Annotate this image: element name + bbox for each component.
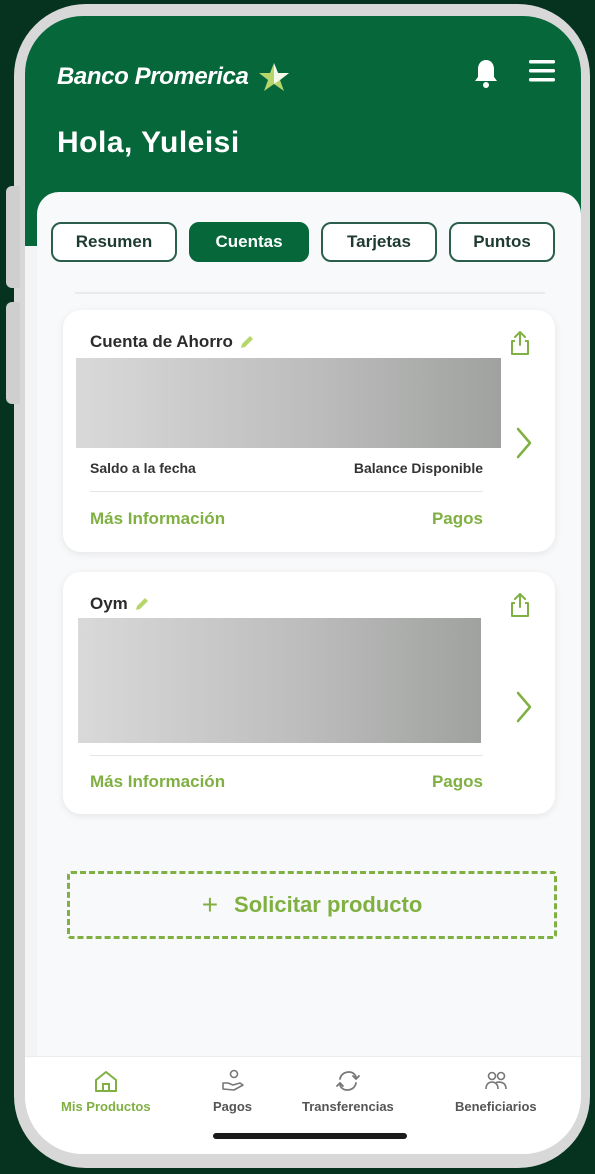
star-logo-icon: [259, 63, 290, 91]
nav-beneficiarios[interactable]: Beneficiarios: [455, 1069, 537, 1114]
more-info-link[interactable]: Más Información: [90, 772, 225, 792]
card-divider: [90, 491, 483, 492]
transfer-arrows-icon: [335, 1071, 360, 1091]
account-card[interactable]: Cuenta de Ahorro Saldo a la fecha Balanc…: [63, 310, 555, 552]
bottom-navigation: Mis Productos Pagos Transferencias Benef…: [25, 1056, 581, 1154]
brand-logo: Banco Promerica: [57, 62, 290, 92]
pagos-link[interactable]: Pagos: [432, 772, 483, 792]
users-icon: [485, 1071, 507, 1090]
hamburger-menu-icon[interactable]: [527, 56, 557, 86]
bell-icon[interactable]: [473, 58, 499, 88]
solicitar-producto-button[interactable]: + Solicitar producto: [67, 871, 557, 939]
nav-mis-productos[interactable]: Mis Productos: [61, 1069, 151, 1114]
redacted-balance-area: [78, 618, 481, 743]
payment-hand-icon: [221, 1069, 244, 1091]
nav-label: Beneficiarios: [455, 1099, 537, 1114]
account-title: Cuenta de Ahorro: [90, 332, 255, 352]
pagos-link[interactable]: Pagos: [432, 509, 483, 529]
home-icon: [94, 1071, 117, 1092]
nav-label: Transferencias: [302, 1099, 394, 1114]
home-indicator: [213, 1133, 407, 1139]
nav-label: Pagos: [213, 1099, 253, 1114]
pencil-edit-icon[interactable]: [239, 334, 255, 350]
saldo-label: Saldo a la fecha: [90, 460, 196, 476]
share-icon[interactable]: [509, 592, 531, 618]
share-icon[interactable]: [509, 330, 531, 356]
phone-side-button: [6, 186, 20, 288]
more-info-link[interactable]: Más Información: [90, 509, 225, 529]
account-name: Oym: [90, 594, 128, 613]
app-screen: Banco Promerica Hola, Yuleisi Resumen Cu…: [25, 16, 581, 1154]
tab-cuentas[interactable]: Cuentas: [189, 222, 309, 262]
greeting-text: Hola, Yuleisi: [57, 126, 240, 159]
nav-label: Mis Productos: [61, 1099, 151, 1114]
account-card[interactable]: Oym Más Información Pagos: [63, 572, 555, 814]
tab-tarjetas[interactable]: Tarjetas: [321, 222, 437, 262]
tab-resumen[interactable]: Resumen: [51, 222, 177, 262]
solicitar-label: Solicitar producto: [234, 892, 423, 917]
pencil-edit-icon[interactable]: [134, 596, 150, 612]
plus-icon: +: [201, 889, 219, 920]
chevron-right-icon[interactable]: [515, 426, 533, 460]
tabs-divider: [75, 292, 545, 294]
product-tabs: Resumen Cuentas Tarjetas Puntos: [51, 222, 555, 262]
nav-transferencias[interactable]: Transferencias: [302, 1069, 394, 1114]
tab-puntos[interactable]: Puntos: [449, 222, 555, 262]
nav-pagos[interactable]: Pagos: [213, 1069, 252, 1114]
account-name: Cuenta de Ahorro: [90, 332, 233, 351]
brand-name: Banco Promerica: [57, 63, 249, 90]
card-divider: [90, 755, 483, 756]
account-title: Oym: [90, 594, 150, 614]
redacted-balance-area: [76, 358, 501, 448]
phone-side-button: [6, 302, 20, 404]
balance-label: Balance Disponible: [353, 460, 483, 476]
chevron-right-icon[interactable]: [515, 690, 533, 724]
